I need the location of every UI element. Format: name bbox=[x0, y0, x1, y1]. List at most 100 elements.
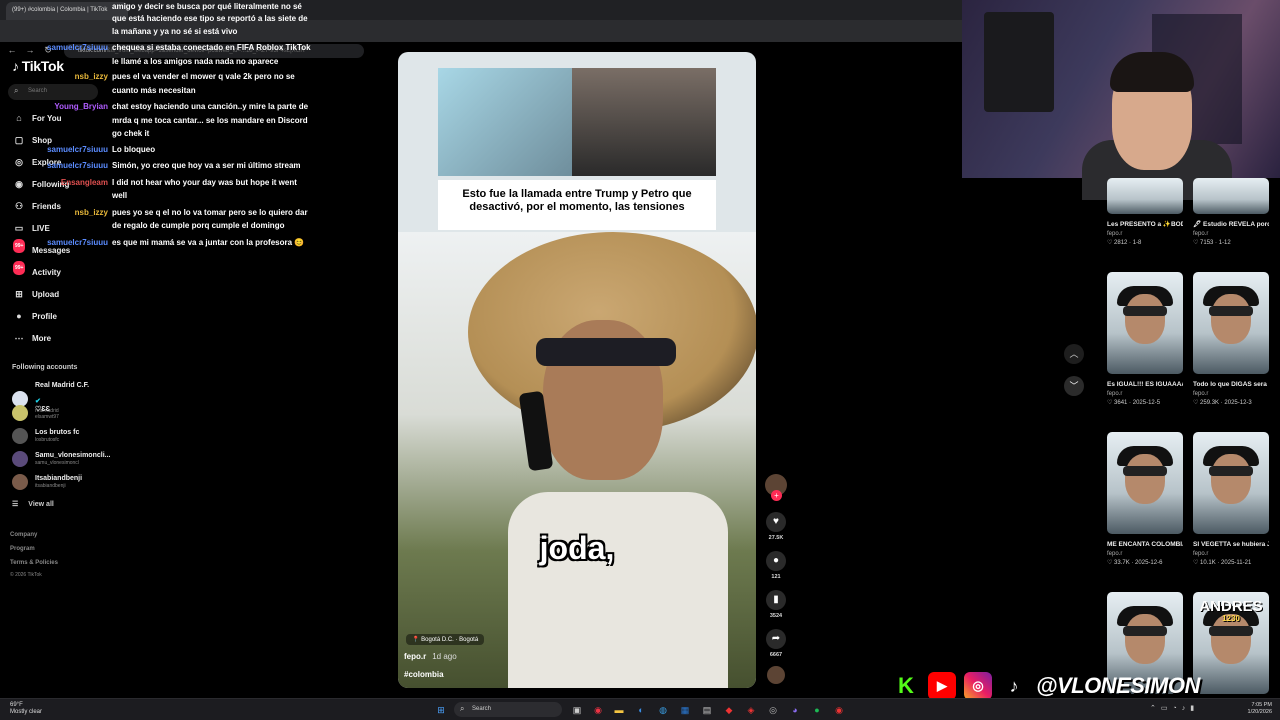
sidebar-item-for-you[interactable]: ⌂ For You bbox=[12, 112, 61, 124]
video-card[interactable]: 🖋 Estudio REVELA porque los pollit... fep… bbox=[1193, 178, 1269, 248]
video-title: SI VEGETTA se hubiera JUNTAD... bbox=[1193, 541, 1269, 548]
taskbar-clock[interactable]: 7:05 PM 1/20/2026 bbox=[1240, 702, 1272, 716]
video-stats: ♡ 2812 · 1-8 bbox=[1107, 240, 1142, 246]
location-pin-icon: 📍 bbox=[412, 637, 422, 643]
sidebar-item-label: Activity bbox=[32, 267, 61, 277]
edge-icon[interactable]: ◐ bbox=[634, 703, 648, 717]
friends-icon: ⚇ bbox=[14, 201, 24, 211]
footer-company[interactable]: Company bbox=[10, 532, 37, 538]
search-input[interactable]: ⌕ Search bbox=[8, 84, 98, 100]
save-button[interactable]: ▮ 3524 bbox=[764, 590, 788, 619]
discord-icon[interactable]: ◕ bbox=[788, 703, 802, 717]
sidebar-item-more[interactable]: ⋯ More bbox=[12, 332, 52, 344]
following-account[interactable]: Samu_vlonesimoncli... samu_vlonesimoncl bbox=[12, 451, 110, 467]
following-account[interactable]: Los brutos fc losbrutosfc bbox=[12, 428, 79, 444]
chat-text: mrda q me toca cantar... se los mandare … bbox=[112, 116, 308, 125]
like-count: 27.5K bbox=[768, 535, 784, 541]
compass-icon: ◎ bbox=[15, 157, 23, 167]
chat-text: la mañana y ya no sé si está vivo bbox=[112, 27, 238, 36]
creator-avatar-button[interactable]: + bbox=[764, 474, 788, 501]
app-icon-6[interactable]: ◉ bbox=[832, 703, 846, 717]
browser-tab[interactable]: (99+) #colombia | Colombia | TikTok bbox=[6, 2, 128, 20]
store-icon[interactable]: ▦ bbox=[678, 703, 692, 717]
share-icon: ➦ bbox=[766, 629, 786, 649]
video-card[interactable]: Todo lo que DIGAS sera usado en su... fep… bbox=[1193, 272, 1269, 408]
sidebar-item-live[interactable]: ▭ LIVE bbox=[12, 222, 50, 234]
account-name: Samu_vlonesimoncli... bbox=[35, 451, 111, 459]
taskbar-search[interactable]: ⌕ Search bbox=[454, 702, 562, 717]
sidebar-item-upload[interactable]: ⊞ Upload bbox=[12, 288, 59, 300]
task-view-icon[interactable]: ▣ bbox=[570, 703, 584, 717]
account-handle: elsamwt97 bbox=[35, 413, 59, 420]
location-tag[interactable]: 📍 Bogotá D.C. · Bogotá bbox=[406, 634, 485, 645]
bell-icon: ♡99+ bbox=[12, 261, 26, 278]
video-author: fepo.r bbox=[1193, 551, 1209, 557]
share-count: 6667 bbox=[769, 652, 783, 658]
app-icon[interactable]: ◍ bbox=[656, 703, 670, 717]
temperature: 69°F bbox=[10, 702, 23, 708]
video-title: 🖋 Estudio REVELA porque los pollit... bbox=[1193, 221, 1269, 228]
kick-icon: K bbox=[892, 672, 920, 700]
footer-terms[interactable]: Terms & Policies bbox=[10, 560, 58, 566]
chat-username: samuelcr7siuuu bbox=[47, 43, 108, 52]
video-thumbnail bbox=[1193, 178, 1269, 214]
account-handle: itsabiandbenji bbox=[35, 482, 66, 489]
video-card[interactable]: Es IGUAL!!! ES IGUAAAAAAAA... fepo.r ♡ 364… bbox=[1107, 272, 1183, 408]
chevron-down-icon: ﹀ bbox=[1069, 381, 1079, 391]
chat-text: Lo bloqueo bbox=[112, 145, 156, 154]
following-account[interactable]: Itsabiandbenji itsabiandbenji bbox=[12, 474, 82, 490]
sidebar-item-profile[interactable]: ● Profile bbox=[12, 310, 57, 322]
chat-text: de regalo de cumple porq cumple el domin… bbox=[112, 221, 285, 230]
footer-program[interactable]: Program bbox=[10, 546, 35, 552]
video-card[interactable]: ME ENCANTA COLOMBIA... fepo.r ♡ 33.7K · 20… bbox=[1107, 432, 1183, 568]
comment-count: 121 bbox=[771, 574, 781, 580]
like-button[interactable]: ♥ 27.5K bbox=[764, 512, 788, 541]
sunglasses bbox=[536, 338, 676, 366]
spotify-icon[interactable]: ● bbox=[810, 703, 824, 717]
glasses bbox=[1209, 306, 1253, 316]
share-button[interactable]: ➦ 6667 bbox=[764, 629, 788, 658]
chat-username: samuelcr7siuuu bbox=[47, 161, 108, 170]
list-icon: ☰ bbox=[12, 501, 19, 508]
video-author: fepo.r bbox=[1107, 231, 1123, 237]
face bbox=[1211, 454, 1251, 504]
glasses bbox=[1209, 626, 1253, 636]
app-icon-3[interactable]: ◆ bbox=[722, 703, 736, 717]
weather-widget[interactable]: 69°F Mostly clear bbox=[10, 702, 42, 716]
follow-plus-icon[interactable]: + bbox=[771, 490, 782, 501]
chat-username: samuelcr7siuuu bbox=[47, 238, 108, 247]
app-icon-4[interactable]: ◈ bbox=[744, 703, 758, 717]
comment-button[interactable]: ● 121 bbox=[764, 551, 788, 580]
following-account[interactable]: ♡ƐƐ elsamwt97 bbox=[12, 405, 59, 421]
streamer-hair bbox=[1110, 52, 1194, 92]
windows-start-icon[interactable]: ⊞ bbox=[434, 703, 448, 717]
account-name: Los brutos fc bbox=[35, 428, 80, 436]
video-thumbnail bbox=[1107, 178, 1183, 214]
chat-text: chat estoy haciendo una canción..y mire … bbox=[112, 102, 309, 111]
video-player[interactable]: Esto fue la llamada entre Trump y Petro … bbox=[398, 52, 756, 688]
sidebar-item-label: For You bbox=[32, 113, 62, 123]
chat-text: le llamé a los amigos nada nada no apare… bbox=[112, 57, 279, 66]
scroll-down-button[interactable]: ﹀ bbox=[1064, 376, 1084, 396]
music-disc-button[interactable] bbox=[764, 666, 788, 684]
instagram-icon: ◎ bbox=[964, 672, 992, 700]
view-all-link[interactable]: ☰ View all bbox=[12, 500, 64, 508]
tiktok-note-icon: ♪ bbox=[12, 58, 19, 74]
video-stats: ♡ 10.1K · 2025-11-21 bbox=[1193, 560, 1252, 566]
sidebar-item-activity[interactable]: ♡99+ Activity bbox=[12, 261, 61, 278]
app-icon-5[interactable]: ◎ bbox=[766, 703, 780, 717]
system-tray[interactable]: ⌃▭◔♪▮ bbox=[1150, 704, 1199, 712]
chrome-icon[interactable]: ◉ bbox=[591, 703, 605, 717]
footer-copyright: © 2026 TikTok bbox=[10, 572, 42, 578]
app-icon-2[interactable]: ▤ bbox=[700, 703, 714, 717]
avatar bbox=[12, 451, 28, 467]
scroll-up-button[interactable]: ︿ bbox=[1064, 344, 1084, 364]
video-card[interactable]: Les PRESENTO a ✨BODOQUE✨ fepo.r ♡ 2812 · 1… bbox=[1107, 178, 1183, 248]
video-author[interactable]: fepo.r 1d ago bbox=[404, 652, 457, 661]
folder-icon[interactable]: ▬ bbox=[612, 703, 626, 717]
video-hashtag[interactable]: #colombia bbox=[404, 670, 444, 679]
trump-photo bbox=[572, 68, 716, 176]
video-card[interactable]: SI VEGETTA se hubiera JUNTAD... fepo.r ♡ 1… bbox=[1193, 432, 1269, 568]
video-card[interactable]: ANDRES 1230 bbox=[1193, 592, 1269, 694]
back-icon[interactable]: ← bbox=[6, 44, 18, 56]
